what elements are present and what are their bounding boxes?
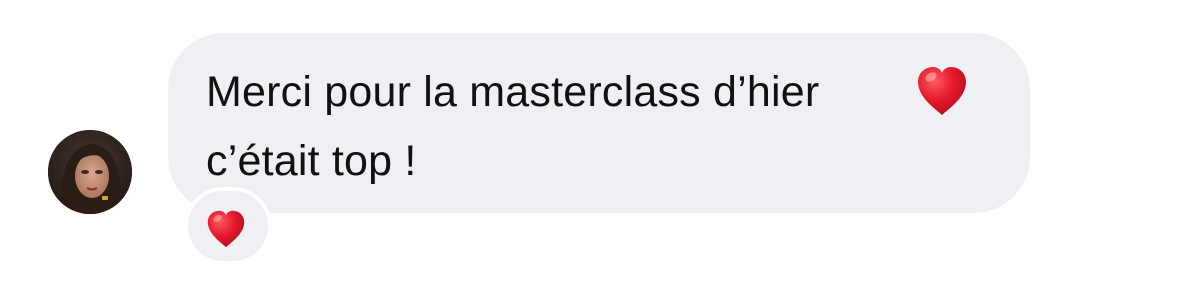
message-thread: Merci pour la masterclass d’hier c’était… <box>0 0 1186 285</box>
message-bubble[interactable] <box>168 33 1030 213</box>
reaction-heart-icon <box>204 207 248 251</box>
sender-avatar[interactable] <box>48 130 132 214</box>
avatar-photo <box>48 130 132 214</box>
heart-icon <box>913 62 971 120</box>
message-text-line-1: Merci pour la masterclass d’hier <box>206 68 820 116</box>
message-text-line-2: c’était top ! <box>206 137 417 185</box>
